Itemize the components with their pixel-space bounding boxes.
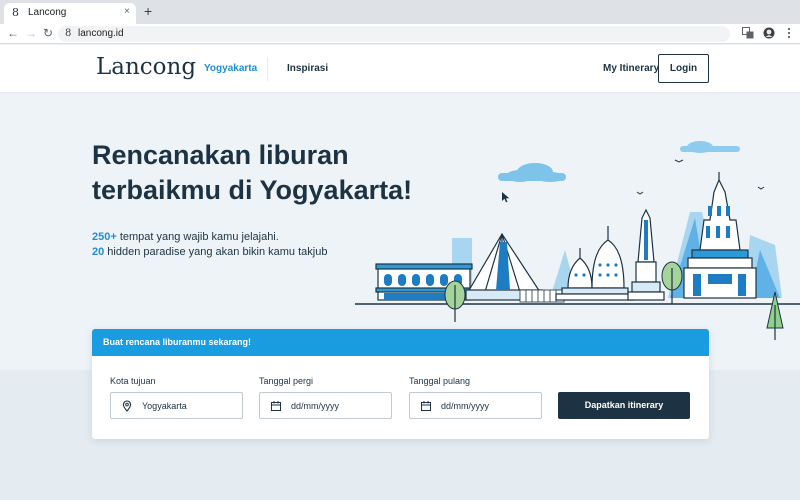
- calendar-icon: [271, 401, 281, 411]
- return-date-placeholder: dd/mm/yyyy: [441, 401, 490, 411]
- browser-tab[interactable]: 8 Lancong ×: [4, 3, 136, 24]
- destination-label: Kota tujuan: [110, 376, 156, 386]
- forward-arrow-icon[interactable]: →: [25, 26, 37, 40]
- nav-link-yogyakarta[interactable]: Yogyakarta: [204, 63, 257, 75]
- tab-close-icon[interactable]: ×: [124, 6, 130, 18]
- translate-icon[interactable]: [742, 27, 754, 39]
- nav-divider: [267, 57, 268, 81]
- new-tab-button[interactable]: +: [144, 4, 152, 18]
- headline-line-1: Rencanakan liburan: [92, 140, 349, 170]
- return-date-field[interactable]: dd/mm/yyyy: [409, 392, 542, 419]
- browser-tab-bar: 8 Lancong × +: [0, 0, 800, 24]
- destination-value: Yogyakarta: [142, 401, 187, 411]
- destination-field[interactable]: Yogyakarta: [110, 392, 243, 419]
- my-itinerary-link[interactable]: My Itinerary: [603, 63, 659, 75]
- depart-date-label: Tanggal pergi: [259, 376, 314, 386]
- planner-card-header: Buat rencana liburanmu sekarang!: [92, 329, 709, 356]
- site-favicon-icon: 8: [12, 6, 19, 19]
- lancong-logo[interactable]: Lancong: [96, 53, 196, 81]
- birds-icon: [636, 159, 765, 195]
- planner-card-title: Buat rencana liburanmu sekarang!: [103, 337, 252, 347]
- more-vertical-icon[interactable]: [783, 27, 795, 39]
- profile-avatar-icon[interactable]: [763, 27, 775, 39]
- mouse-cursor-icon: [502, 192, 510, 203]
- site-header: Lancong Yogyakarta Inspirasi My Itinerar…: [0, 45, 800, 92]
- depart-date-field[interactable]: dd/mm/yyyy: [259, 392, 392, 419]
- stat-places-text: tempat yang wajib kamu jelajahi.: [116, 231, 279, 243]
- login-button[interactable]: Login: [658, 54, 709, 83]
- stat-hidden-number: 20: [92, 246, 105, 258]
- tree-icon: [444, 280, 466, 322]
- hero-stat-places: 250+ tempat yang wajib kamu jelajahi.: [92, 230, 279, 244]
- get-itinerary-button[interactable]: Dapatkan itinerary: [558, 392, 690, 419]
- tab-title: Lancong: [28, 7, 67, 18]
- back-arrow-icon[interactable]: ←: [7, 26, 19, 40]
- calendar-icon: [421, 401, 431, 411]
- browser-toolbar: ← → ↻ 8 lancong.id: [0, 24, 800, 44]
- site-info-icon[interactable]: 8: [65, 27, 71, 40]
- yogyakarta-skyline-illustration: [355, 141, 800, 340]
- location-pin-icon: [122, 400, 132, 412]
- depart-date-placeholder: dd/mm/yyyy: [291, 401, 340, 411]
- cloud-icon: [498, 163, 566, 182]
- reload-icon[interactable]: ↻: [43, 26, 53, 40]
- stat-places-number: 250+: [92, 231, 117, 243]
- nav-link-inspirasi[interactable]: Inspirasi: [287, 63, 328, 75]
- address-bar[interactable]: 8 lancong.id: [58, 26, 730, 42]
- return-date-label: Tanggal pulang: [409, 376, 471, 386]
- stat-hidden-text: hidden paradise yang akan bikin kamu tak…: [104, 246, 328, 258]
- hero-stat-hidden: 20 hidden paradise yang akan bikin kamu …: [92, 245, 327, 259]
- itinerary-planner-card: Buat rencana liburanmu sekarang! Kota tu…: [92, 329, 709, 439]
- url-text[interactable]: lancong.id: [78, 28, 124, 40]
